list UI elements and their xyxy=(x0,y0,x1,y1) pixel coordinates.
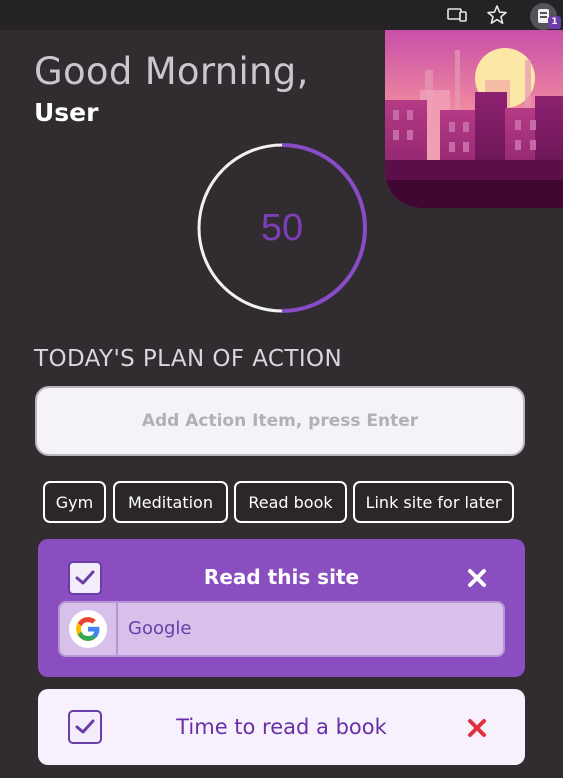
browser-toolbar: 1 xyxy=(0,0,563,30)
chip-meditation[interactable]: Meditation xyxy=(113,481,228,523)
google-icon xyxy=(69,610,107,648)
site-name: Google xyxy=(128,618,192,639)
site-favicon-box xyxy=(60,603,118,655)
greeting-text: Good Morning, xyxy=(34,50,309,93)
chip-read-book[interactable]: Read book xyxy=(234,481,347,523)
close-icon[interactable] xyxy=(464,565,490,591)
add-action-input[interactable] xyxy=(35,386,525,456)
close-icon[interactable] xyxy=(464,715,490,741)
chip-gym[interactable]: Gym xyxy=(43,481,106,523)
task-card: Time to read a book xyxy=(38,689,525,765)
task-title: Read this site xyxy=(203,565,360,589)
extension-badge: 1 xyxy=(548,16,561,29)
chip-link-site[interactable]: Link site for later xyxy=(353,481,514,523)
task-title: Time to read a book xyxy=(176,715,387,739)
task-card: Read this site Google xyxy=(38,539,525,677)
linked-site[interactable]: Google xyxy=(58,601,505,657)
timer-value: 50 xyxy=(260,206,304,249)
cast-icon[interactable] xyxy=(446,4,468,26)
city-skyline-illustration xyxy=(385,30,563,208)
bookmark-star-icon[interactable] xyxy=(486,4,508,26)
user-name: User xyxy=(34,98,99,127)
plan-heading: TODAY'S PLAN OF ACTION xyxy=(34,346,343,372)
